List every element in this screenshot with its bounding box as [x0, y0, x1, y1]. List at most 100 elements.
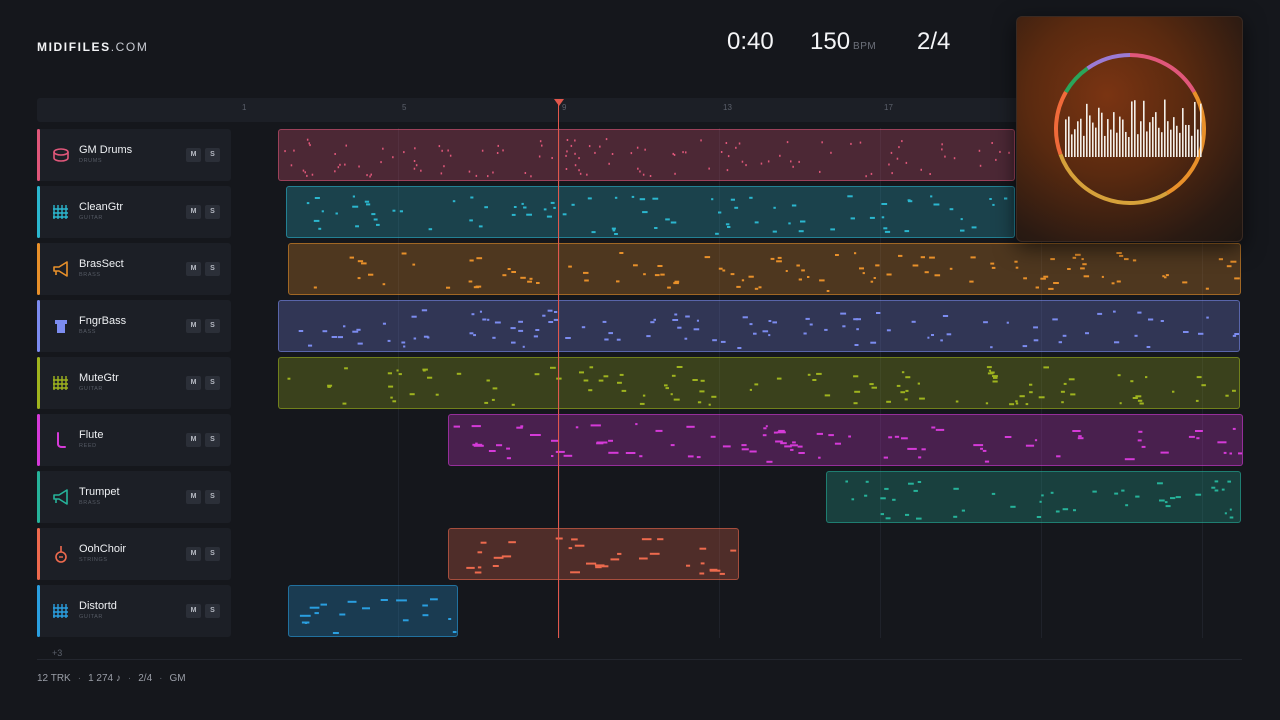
- solo-button[interactable]: S: [205, 433, 220, 447]
- midi-note: [803, 332, 807, 335]
- midi-note: [284, 150, 286, 153]
- midi-note: [306, 202, 310, 205]
- midi-note: [993, 376, 998, 379]
- mute-button[interactable]: M: [186, 547, 201, 561]
- midi-clip[interactable]: [286, 186, 1015, 238]
- midi-note: [583, 379, 589, 382]
- track-name[interactable]: GM Drums: [79, 144, 132, 156]
- track-name[interactable]: FngrBass: [79, 315, 126, 327]
- waveform-bar: [1194, 101, 1196, 157]
- waveform-bar: [1158, 127, 1160, 157]
- solo-button[interactable]: S: [205, 604, 220, 618]
- midi-note: [699, 390, 705, 393]
- midi-note: [403, 345, 406, 348]
- track-header-gm-drums[interactable]: GM Drums DRUMS M S: [37, 129, 231, 181]
- midi-note: [1218, 258, 1223, 261]
- track-header-trumpet[interactable]: Trumpet BRASS M S: [37, 471, 231, 523]
- track-name[interactable]: MuteGtr: [79, 372, 119, 384]
- midi-note: [842, 325, 846, 328]
- more-tracks-indicator[interactable]: +3: [52, 648, 62, 658]
- midi-note: [492, 387, 498, 390]
- midi-note: [969, 280, 974, 283]
- track-name[interactable]: CleanGtr: [79, 201, 123, 213]
- mute-button[interactable]: M: [186, 376, 201, 390]
- midi-note: [654, 274, 660, 277]
- midi-note: [905, 389, 909, 392]
- solo-button[interactable]: S: [205, 148, 220, 162]
- midi-note: [1223, 451, 1227, 454]
- midi-note: [722, 269, 726, 272]
- midi-clip[interactable]: [448, 414, 1243, 466]
- waveform-bar: [1134, 100, 1136, 157]
- track-header-cleangtr[interactable]: CleanGtr GUITAR M S: [37, 186, 231, 238]
- midi-note: [555, 537, 563, 540]
- track-instrument-type: REED: [79, 443, 97, 449]
- solo-button[interactable]: S: [205, 376, 220, 390]
- midi-clip[interactable]: [288, 585, 458, 637]
- midi-note: [570, 571, 580, 574]
- midi-clip[interactable]: [278, 129, 1015, 181]
- midi-note: [621, 389, 627, 392]
- midi-note: [821, 141, 823, 144]
- midi-note: [908, 200, 913, 203]
- mute-button[interactable]: M: [186, 262, 201, 276]
- track-header-oohchoir[interactable]: OohChoir STRINGS M S: [37, 528, 231, 580]
- midi-note: [816, 372, 822, 375]
- track-header-distortd[interactable]: Distortd GUITAR M S: [37, 585, 231, 637]
- midi-note: [392, 156, 394, 159]
- midi-note: [492, 171, 494, 174]
- mute-button[interactable]: M: [186, 319, 201, 333]
- track-instrument-type: BASS: [79, 329, 97, 335]
- midi-note: [535, 329, 540, 331]
- track-header-brassect[interactable]: BrasSect BRASS M S: [37, 243, 231, 295]
- waveform-bar: [1185, 124, 1187, 157]
- midi-note: [403, 151, 405, 154]
- midi-clip[interactable]: [278, 300, 1240, 352]
- solo-button[interactable]: S: [205, 262, 220, 276]
- midi-note: [1004, 197, 1008, 200]
- mute-button[interactable]: M: [186, 433, 201, 447]
- ring-segment: [1129, 53, 1196, 94]
- mute-button[interactable]: M: [186, 490, 201, 504]
- midi-note: [824, 394, 831, 397]
- mute-button[interactable]: M: [186, 604, 201, 618]
- midi-note: [725, 223, 730, 226]
- midi-clip[interactable]: [278, 357, 1240, 409]
- midi-note: [1164, 276, 1167, 279]
- solo-button[interactable]: S: [205, 319, 220, 333]
- mute-button[interactable]: M: [186, 148, 201, 162]
- midi-clip[interactable]: [826, 471, 1241, 523]
- track-header-fngrbass[interactable]: FngrBass BASS M S: [37, 300, 231, 352]
- midi-note: [851, 498, 855, 501]
- midi-note: [1036, 516, 1042, 518]
- midi-note: [847, 195, 853, 198]
- track-name[interactable]: Flute: [79, 429, 103, 441]
- midi-note: [1227, 480, 1231, 483]
- midi-note: [730, 198, 735, 201]
- midi-note: [534, 373, 540, 376]
- track-header-flute[interactable]: Flute REED M S: [37, 414, 231, 466]
- waveform-bar: [1083, 135, 1085, 157]
- midi-note: [614, 196, 618, 199]
- track-name[interactable]: OohChoir: [79, 543, 126, 555]
- track-name[interactable]: BrasSect: [79, 258, 124, 270]
- midi-note: [901, 371, 905, 374]
- midi-clip[interactable]: [448, 528, 739, 580]
- track-name[interactable]: Distortd: [79, 600, 117, 612]
- midi-note: [1238, 452, 1242, 455]
- midi-note: [446, 286, 451, 289]
- midi-note: [373, 218, 378, 221]
- solo-button[interactable]: S: [205, 490, 220, 504]
- track-name[interactable]: Trumpet: [79, 486, 120, 498]
- playhead[interactable]: [558, 104, 559, 638]
- waveform-bar: [1068, 116, 1070, 157]
- waveform-bar: [1119, 116, 1121, 157]
- solo-button[interactable]: S: [205, 547, 220, 561]
- mute-button[interactable]: M: [186, 205, 201, 219]
- solo-button[interactable]: S: [205, 205, 220, 219]
- track-header-mutegtr[interactable]: MuteGtr GUITAR M S: [37, 357, 231, 409]
- midi-note: [574, 164, 577, 167]
- midi-clip[interactable]: [288, 243, 1241, 295]
- midi-note: [1077, 437, 1084, 440]
- playhead-handle[interactable]: [554, 99, 564, 106]
